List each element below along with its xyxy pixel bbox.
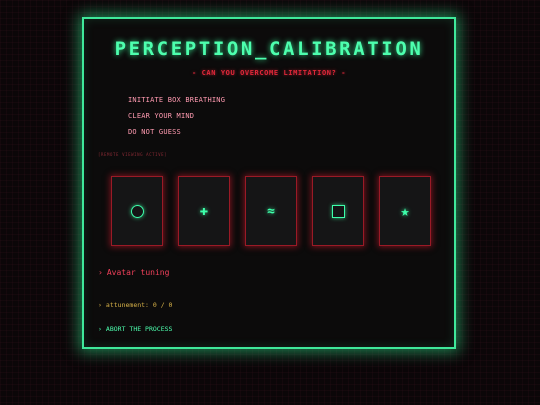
attunement-status: › attunement: 0 / 0 — [98, 301, 172, 309]
card-row: ✚ ≈ ★ — [111, 176, 433, 248]
chevron-right-icon: › — [98, 268, 103, 277]
avatar-tuning-toggle[interactable]: › Avatar tuning — [98, 268, 169, 277]
instruction-item: CLEAR YOUR MIND — [128, 112, 195, 120]
avatar-tuning-label: Avatar tuning — [106, 268, 170, 277]
waves-icon: ≈ — [267, 203, 275, 219]
card-star[interactable]: ★ — [379, 176, 431, 246]
abort-label: ABORT THE PROCESS — [105, 325, 173, 333]
attunement-label: attunement: 0 / 0 — [105, 301, 173, 309]
square-icon — [331, 204, 345, 218]
card-waves[interactable]: ≈ — [245, 176, 297, 246]
status-note: [REMOTE VIEWING ACTIVE] — [98, 152, 168, 157]
instruction-list: INITIATE BOX BREATHING CLEAR YOUR MIND D… — [128, 95, 225, 143]
star-icon: ★ — [400, 201, 410, 220]
plus-icon: ✚ — [199, 203, 209, 219]
card-square[interactable] — [312, 176, 364, 246]
chevron-right-icon: › — [98, 325, 102, 333]
instruction-item: INITIATE BOX BREATHING — [128, 96, 226, 104]
circle-icon — [130, 204, 144, 218]
instruction-item: DO NOT GUESS — [128, 128, 181, 136]
abort-button[interactable]: › ABORT THE PROCESS — [98, 325, 172, 333]
page-title: PERCEPTION_CALIBRATION — [114, 38, 424, 60]
chevron-right-icon: › — [98, 301, 102, 309]
page-subtitle: - CAN YOU OVERCOME LIMITATION? - — [191, 69, 347, 77]
card-circle[interactable] — [111, 176, 163, 246]
card-plus[interactable]: ✚ — [178, 176, 230, 246]
calibration-terminal: PERCEPTION_CALIBRATION - CAN YOU OVERCOM… — [82, 17, 456, 349]
